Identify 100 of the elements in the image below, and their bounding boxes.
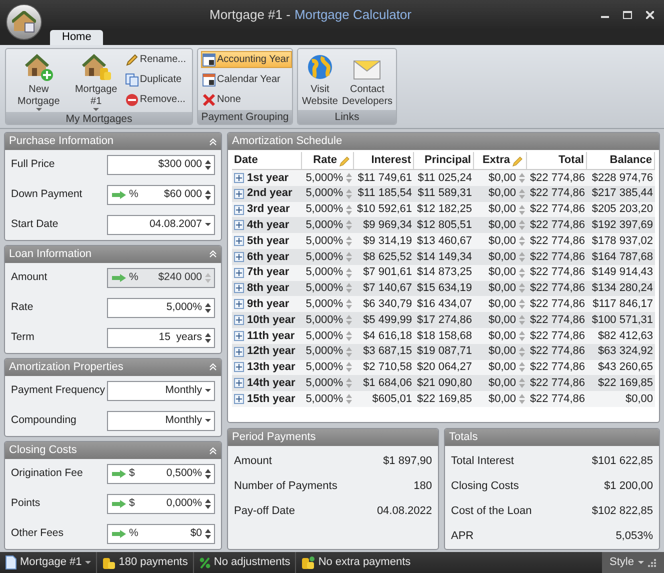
resize-grip-icon[interactable] (648, 558, 656, 566)
status-item[interactable]: Mortgage #1 (0, 552, 96, 573)
summary-value: 5,053% (616, 529, 653, 544)
field-value: 0,000% (165, 496, 202, 512)
mode-symbol[interactable]: $ (129, 466, 135, 482)
expand-icon[interactable] (234, 172, 244, 183)
spin-icon[interactable] (205, 469, 211, 480)
table-cell-text: 5,000% (306, 297, 343, 312)
table-cell-text: $14 149,34 (416, 250, 472, 265)
table-cell-text: $22 169,85 (416, 392, 472, 407)
input-field[interactable]: % $60 000 (107, 185, 215, 205)
group-label: Payment Grouping (198, 110, 292, 124)
collapse-icon[interactable] (209, 363, 217, 372)
spin-icon[interactable] (205, 332, 211, 343)
expand-icon[interactable] (234, 188, 244, 199)
spin-icon[interactable] (205, 302, 211, 313)
remove-icon (124, 92, 139, 106)
calendar-icon (202, 52, 216, 66)
collapse-icon[interactable] (209, 250, 217, 258)
ribbon-small-button[interactable]: Duplicate (124, 71, 189, 88)
ribbon-button[interactable]: Mortgage #1 (70, 51, 122, 112)
spin-icon[interactable] (205, 499, 211, 510)
table-cell-text: $16 434,07 (416, 297, 472, 312)
table-cell-text: 11th year (247, 328, 295, 344)
expand-icon[interactable] (234, 268, 244, 278)
expand-icon[interactable] (234, 204, 244, 214)
summary-label: Cost of the Loan (451, 504, 532, 520)
input-field[interactable]: $ 0,500% (107, 464, 215, 484)
expand-icon[interactable] (234, 394, 244, 404)
status-item[interactable]: No extra payments (295, 552, 416, 573)
table-cell-text: $178 937,02 (592, 234, 653, 249)
expand-icon[interactable] (234, 220, 244, 230)
mode-symbol[interactable]: $ (129, 496, 135, 512)
collapse-icon[interactable] (209, 138, 217, 146)
ribbon-button[interactable]: Contact Developers (340, 51, 394, 108)
input-field[interactable]: $300 000 (107, 155, 215, 175)
input-field[interactable]: $ 0,000% (107, 494, 215, 514)
caret-icon[interactable] (205, 223, 211, 227)
expand-icon[interactable] (234, 252, 244, 262)
table-cell-text: $0,00 (488, 376, 516, 392)
dropdown-field[interactable]: Monthly (107, 380, 215, 401)
status-item[interactable]: No adjustments (192, 552, 296, 573)
style-button[interactable]: Style (602, 552, 664, 573)
column-header[interactable]: Balance (587, 152, 655, 169)
expand-icon[interactable] (234, 362, 244, 372)
table-cell-text: $63 324,92 (598, 344, 653, 360)
caret-icon[interactable] (205, 388, 211, 393)
table-cell-text: $0,00 (488, 250, 516, 265)
mode-symbol[interactable]: % (129, 187, 138, 203)
field-label: Full Price (11, 157, 55, 172)
app-menu-button[interactable] (6, 4, 42, 40)
field-value: Monthly (164, 412, 202, 428)
table-cell-text: $164 787,68 (592, 250, 653, 265)
panel-title: Amortization Schedule (232, 134, 342, 150)
arrow-icon[interactable] (112, 191, 126, 199)
spin-icon[interactable] (205, 190, 211, 200)
mode-symbol[interactable]: % (129, 526, 138, 542)
arrow-icon[interactable] (112, 500, 126, 508)
column-header[interactable]: Date (232, 152, 302, 169)
spin-icon[interactable] (205, 529, 211, 540)
dropdown-field[interactable]: Monthly (107, 410, 215, 431)
input-field[interactable]: % $0 (107, 524, 215, 544)
dropdown-field[interactable]: 04.08.2007 (107, 215, 215, 235)
collapse-icon[interactable] (209, 446, 217, 455)
close-icon[interactable] (646, 11, 654, 19)
column-header[interactable]: Rate (302, 152, 354, 169)
input-field[interactable]: 15 years (107, 328, 215, 348)
column-header[interactable]: Principal (414, 152, 474, 169)
ribbon-small-button[interactable]: Calendar Year (201, 71, 292, 88)
status-item[interactable]: 180 payments (96, 552, 193, 573)
input-field[interactable]: 5,000% (107, 298, 215, 318)
field-value: $0 (189, 526, 202, 542)
column-header[interactable]: Total (527, 152, 587, 169)
expand-icon[interactable] (234, 346, 244, 357)
expand-icon[interactable] (234, 315, 244, 326)
spin-icon[interactable] (205, 160, 211, 170)
arrow-icon[interactable] (112, 530, 126, 538)
ribbon-button[interactable]: New Mortgage (9, 51, 68, 112)
pencil-icon (124, 52, 139, 66)
ribbon-tab[interactable]: Home (50, 30, 104, 45)
table-cell-text: $1 684,06 (363, 376, 412, 392)
expand-icon[interactable] (234, 236, 244, 246)
column-header[interactable]: Interest (354, 152, 414, 169)
expand-icon[interactable] (234, 299, 244, 310)
maximize-icon[interactable] (623, 11, 632, 19)
arrow-icon[interactable] (112, 470, 126, 478)
ribbon-button[interactable]: Visit Website (301, 51, 339, 108)
table-cell-text: 5,000% (306, 170, 343, 186)
expand-icon[interactable] (234, 330, 244, 341)
ribbon-small-button[interactable]: Rename... (124, 51, 189, 68)
ribbon-small-button[interactable]: Accounting Year (201, 51, 292, 68)
ribbon-small-button[interactable]: None (201, 91, 292, 108)
column-header[interactable]: Extra (474, 152, 527, 169)
expand-icon[interactable] (234, 283, 244, 294)
caret-icon[interactable] (205, 418, 211, 423)
field-value: 5,000% (165, 300, 202, 315)
ribbon-small-button[interactable]: Remove... (124, 91, 189, 108)
expand-icon[interactable] (234, 378, 244, 388)
percent-icon (198, 556, 211, 568)
table-cell-text: 7th year (247, 265, 290, 280)
